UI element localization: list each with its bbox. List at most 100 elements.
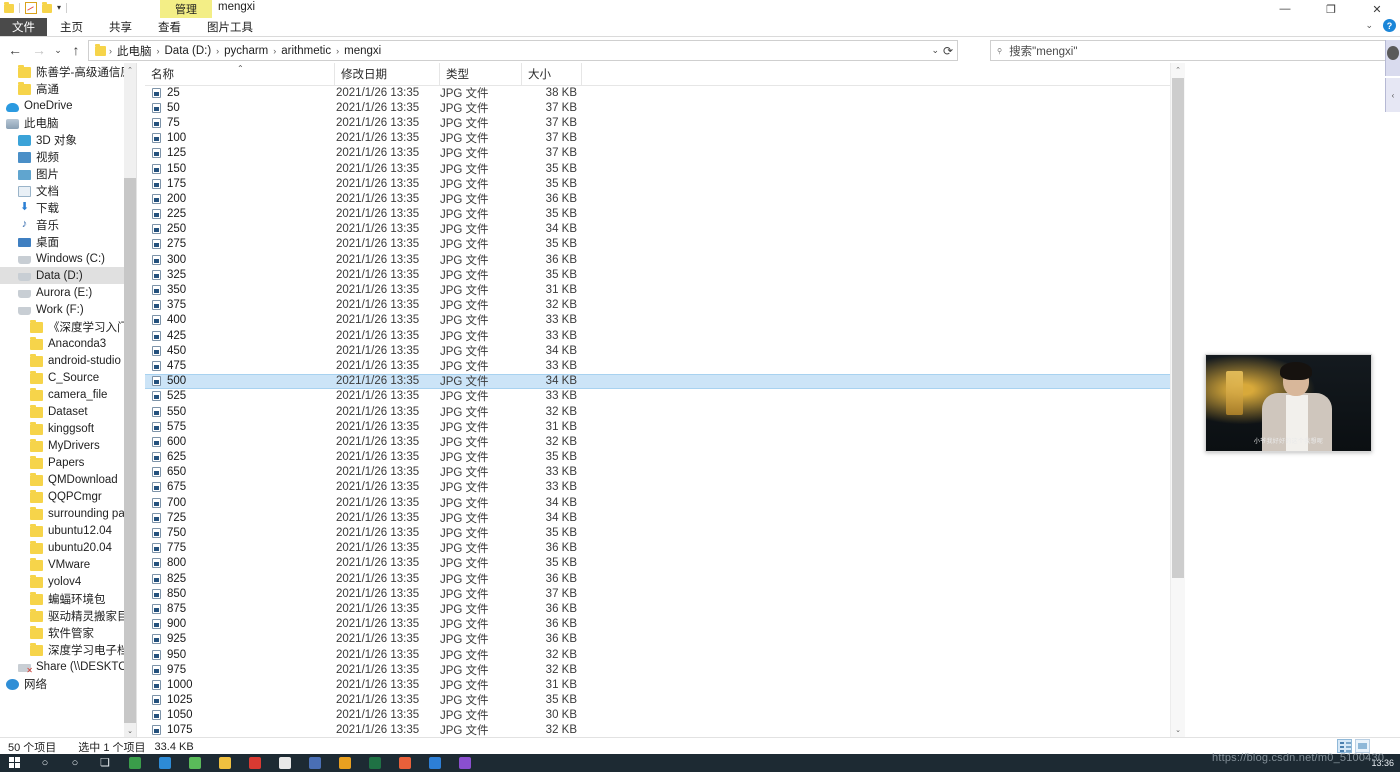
- table-row[interactable]: 450 2021/1/26 13:35 JPG 文件 34 KB: [145, 343, 1170, 358]
- file-name-cell[interactable]: 950: [145, 649, 335, 661]
- table-row[interactable]: 650 2021/1/26 13:35 JPG 文件 33 KB: [145, 465, 1170, 480]
- sidebar-item[interactable]: Anaconda3: [0, 335, 124, 352]
- tab-picture-tools[interactable]: 图片工具: [194, 18, 266, 36]
- sidebar-item[interactable]: 视频: [0, 148, 124, 165]
- table-row[interactable]: 625 2021/1/26 13:35 JPG 文件 35 KB: [145, 450, 1170, 465]
- sidebar-item[interactable]: ubuntu12.04: [0, 522, 124, 539]
- close-button[interactable]: ✕: [1354, 0, 1400, 18]
- taskbar[interactable]: ○ ○ ❏ 13:36: [0, 754, 1400, 772]
- file-list-view[interactable]: 名称 ⌃ 修改日期 类型 大小 25 2021/1/26 13:35 JPG 文件 3…: [145, 63, 1170, 737]
- taskbar-chrome-icon[interactable]: [120, 754, 150, 772]
- sidebar-item[interactable]: 此电脑: [0, 114, 124, 131]
- sidebar-item[interactable]: surrounding packag: [0, 505, 124, 522]
- file-name-cell[interactable]: 225: [145, 208, 335, 220]
- sidebar-item[interactable]: Share (\\DESKTOP-9: [0, 658, 124, 675]
- pane-divider[interactable]: [136, 63, 137, 737]
- sidebar-item[interactable]: 文档: [0, 182, 124, 199]
- navigation-scrollbar[interactable]: ⌃ ⌄: [124, 63, 136, 737]
- sidebar-item[interactable]: Dataset: [0, 403, 124, 420]
- file-name-cell[interactable]: 775: [145, 542, 335, 554]
- taskbar-app-orange-icon[interactable]: [390, 754, 420, 772]
- sidebar-item[interactable]: Data (D:): [0, 267, 124, 284]
- sidebar-item[interactable]: 驱动精灵搬家目录: [0, 607, 124, 624]
- sidebar-item[interactable]: Aurora (E:): [0, 284, 124, 301]
- file-name-cell[interactable]: 975: [145, 664, 335, 676]
- file-name-cell[interactable]: 75: [145, 117, 335, 129]
- floating-video-player[interactable]: 小爷我好好的这个我想呢: [1205, 354, 1372, 452]
- tab-view[interactable]: 查看: [145, 18, 194, 36]
- taskbar-kingsoft-icon[interactable]: [420, 754, 450, 772]
- quick-access-toolbar[interactable]: ▾: [4, 1, 68, 14]
- refresh-icon[interactable]: ⟳: [943, 44, 953, 58]
- sidebar-item[interactable]: OneDrive: [0, 97, 124, 114]
- taskbar-clock[interactable]: 13:36: [1371, 758, 1394, 768]
- sidebar-item[interactable]: camera_file: [0, 386, 124, 403]
- file-name-cell[interactable]: 500: [145, 375, 335, 387]
- column-header-size[interactable]: 大小: [522, 63, 582, 85]
- breadcrumb-item-mengxi[interactable]: mengxi: [340, 45, 385, 57]
- table-row[interactable]: 75 2021/1/26 13:35 JPG 文件 37 KB: [145, 115, 1170, 130]
- file-name-cell[interactable]: 925: [145, 633, 335, 645]
- file-name-cell[interactable]: 100: [145, 132, 335, 144]
- table-row[interactable]: 275 2021/1/26 13:35 JPG 文件 35 KB: [145, 237, 1170, 252]
- file-name-cell[interactable]: 275: [145, 238, 335, 250]
- breadcrumb-item-arithmetic[interactable]: arithmetic: [277, 45, 335, 57]
- sidebar-item[interactable]: 网络: [0, 675, 124, 692]
- table-row[interactable]: 825 2021/1/26 13:35 JPG 文件 36 KB: [145, 571, 1170, 586]
- file-name-cell[interactable]: 150: [145, 163, 335, 175]
- column-header-type[interactable]: 类型: [440, 63, 522, 85]
- file-name-cell[interactable]: 475: [145, 360, 335, 372]
- table-row[interactable]: 200 2021/1/26 13:35 JPG 文件 36 KB: [145, 191, 1170, 206]
- sidebar-item[interactable]: Windows (C:): [0, 250, 124, 267]
- table-row[interactable]: 1050 2021/1/26 13:35 JPG 文件 30 KB: [145, 708, 1170, 723]
- table-row[interactable]: 725 2021/1/26 13:35 JPG 文件 34 KB: [145, 510, 1170, 525]
- file-name-cell[interactable]: 350: [145, 284, 335, 296]
- file-name-cell[interactable]: 375: [145, 299, 335, 311]
- taskbar-typora-icon[interactable]: [270, 754, 300, 772]
- sidebar-item[interactable]: ♪ 音乐: [0, 216, 124, 233]
- table-row[interactable]: 1075 2021/1/26 13:35 JPG 文件 32 KB: [145, 723, 1170, 737]
- taskbar-visual-studio-icon[interactable]: [450, 754, 480, 772]
- tab-home[interactable]: 主页: [47, 18, 96, 36]
- file-name-cell[interactable]: 1000: [145, 679, 335, 691]
- taskbar-task-view-icon[interactable]: ❏: [90, 754, 120, 772]
- scroll-down-icon[interactable]: ⌄: [124, 724, 136, 737]
- details-view-icon[interactable]: [1337, 739, 1352, 753]
- sidebar-item[interactable]: MyDrivers: [0, 437, 124, 454]
- sidebar-item[interactable]: 软件管家: [0, 624, 124, 641]
- file-name-cell[interactable]: 825: [145, 573, 335, 585]
- sidebar-item[interactable]: 图片: [0, 165, 124, 182]
- table-row[interactable]: 750 2021/1/26 13:35 JPG 文件 35 KB: [145, 525, 1170, 540]
- table-row[interactable]: 375 2021/1/26 13:35 JPG 文件 32 KB: [145, 298, 1170, 313]
- file-name-cell[interactable]: 725: [145, 512, 335, 524]
- sidebar-item[interactable]: C_Source: [0, 369, 124, 386]
- file-name-cell[interactable]: 575: [145, 421, 335, 433]
- table-row[interactable]: 1025 2021/1/26 13:35 JPG 文件 35 KB: [145, 693, 1170, 708]
- maximize-restore-button[interactable]: ❐: [1308, 0, 1354, 18]
- table-row[interactable]: 700 2021/1/26 13:35 JPG 文件 34 KB: [145, 495, 1170, 510]
- table-row[interactable]: 850 2021/1/26 13:35 JPG 文件 37 KB: [145, 586, 1170, 601]
- file-name-cell[interactable]: 25: [145, 87, 335, 99]
- sidebar-item[interactable]: kinggsoft: [0, 420, 124, 437]
- file-name-cell[interactable]: 125: [145, 147, 335, 159]
- table-row[interactable]: 100 2021/1/26 13:35 JPG 文件 37 KB: [145, 131, 1170, 146]
- taskbar-start-icon[interactable]: [0, 754, 30, 772]
- taskbar-file-explorer-icon[interactable]: [210, 754, 240, 772]
- help-icon[interactable]: ?: [1383, 19, 1396, 32]
- file-name-cell[interactable]: 300: [145, 254, 335, 266]
- file-name-cell[interactable]: 850: [145, 588, 335, 600]
- sidebar-item[interactable]: QMDownload: [0, 471, 124, 488]
- file-name-cell[interactable]: 700: [145, 497, 335, 509]
- table-row[interactable]: 525 2021/1/26 13:35 JPG 文件 33 KB: [145, 389, 1170, 404]
- file-name-cell[interactable]: 1025: [145, 694, 335, 706]
- table-row[interactable]: 250 2021/1/26 13:35 JPG 文件 34 KB: [145, 222, 1170, 237]
- table-row[interactable]: 500 2021/1/26 13:35 JPG 文件 34 KB: [145, 373, 1170, 389]
- background-window-edge-collapse[interactable]: ‹: [1385, 78, 1400, 112]
- sidebar-item[interactable]: android-studio: [0, 352, 124, 369]
- back-button[interactable]: ←: [5, 40, 25, 60]
- up-button[interactable]: ↑: [66, 40, 86, 60]
- file-name-cell[interactable]: 650: [145, 466, 335, 478]
- file-name-cell[interactable]: 875: [145, 603, 335, 615]
- folder-icon[interactable]: [4, 1, 14, 13]
- sidebar-item[interactable]: 《深度学习入门：基于: [0, 318, 124, 335]
